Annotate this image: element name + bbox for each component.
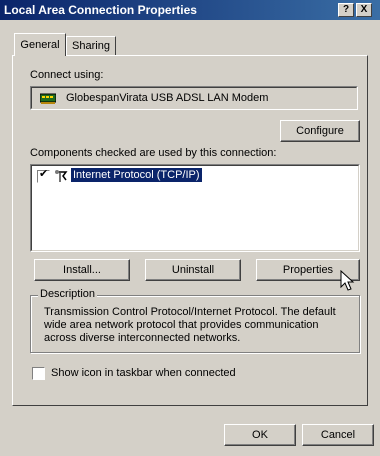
network-adapter-icon [39,92,57,104]
component-checkbox[interactable]: ✔ [37,168,50,183]
description-title: Description [38,288,98,300]
help-button[interactable]: ? [338,3,354,17]
components-label: Components checked are used by this conn… [30,147,277,159]
list-item[interactable]: ✔ Internet Protocol (TCP/IP) [35,168,235,184]
tab-sharing-label: Sharing [72,40,110,52]
show-icon-checkbox[interactable] [32,367,45,380]
configure-button[interactable]: Configure [280,120,360,142]
check-mark-icon: ✔ [39,168,49,180]
install-button-label: Install... [63,264,101,276]
show-icon-label: Show icon in taskbar when connected [51,367,236,379]
cancel-button[interactable]: Cancel [302,424,374,446]
adapter-name: GlobespanVirata USB ADSL LAN Modem [66,92,269,104]
title-bar[interactable]: Local Area Connection Properties ? X [0,0,380,20]
protocol-icon [54,169,68,183]
description-text: Transmission Control Protocol/Internet P… [44,306,336,344]
install-button[interactable]: Install... [34,259,130,281]
window-title: Local Area Connection Properties [4,3,197,17]
component-name: Internet Protocol (TCP/IP) [71,168,202,182]
ok-button[interactable]: OK [224,424,296,446]
properties-button-label: Properties [282,264,334,276]
close-button[interactable]: X [356,3,372,17]
components-list[interactable]: ✔ Internet Protocol (TCP/IP) [30,164,360,252]
mouse-pointer-icon [340,269,356,292]
configure-button-label: Configure [296,125,344,137]
tab-sharing[interactable]: Sharing [66,36,116,55]
ok-button-label: OK [252,429,268,441]
uninstall-button[interactable]: Uninstall [145,259,241,281]
properties-dialog: Local Area Connection Properties ? X Gen… [0,0,380,456]
uninstall-button-label: Uninstall [171,264,215,276]
cancel-button-label: Cancel [320,429,356,441]
connect-using-label: Connect using: [30,69,104,81]
adapter-field: GlobespanVirata USB ADSL LAN Modem [30,86,358,110]
tab-general-label: General [20,39,60,51]
tab-general[interactable]: General [14,33,66,56]
